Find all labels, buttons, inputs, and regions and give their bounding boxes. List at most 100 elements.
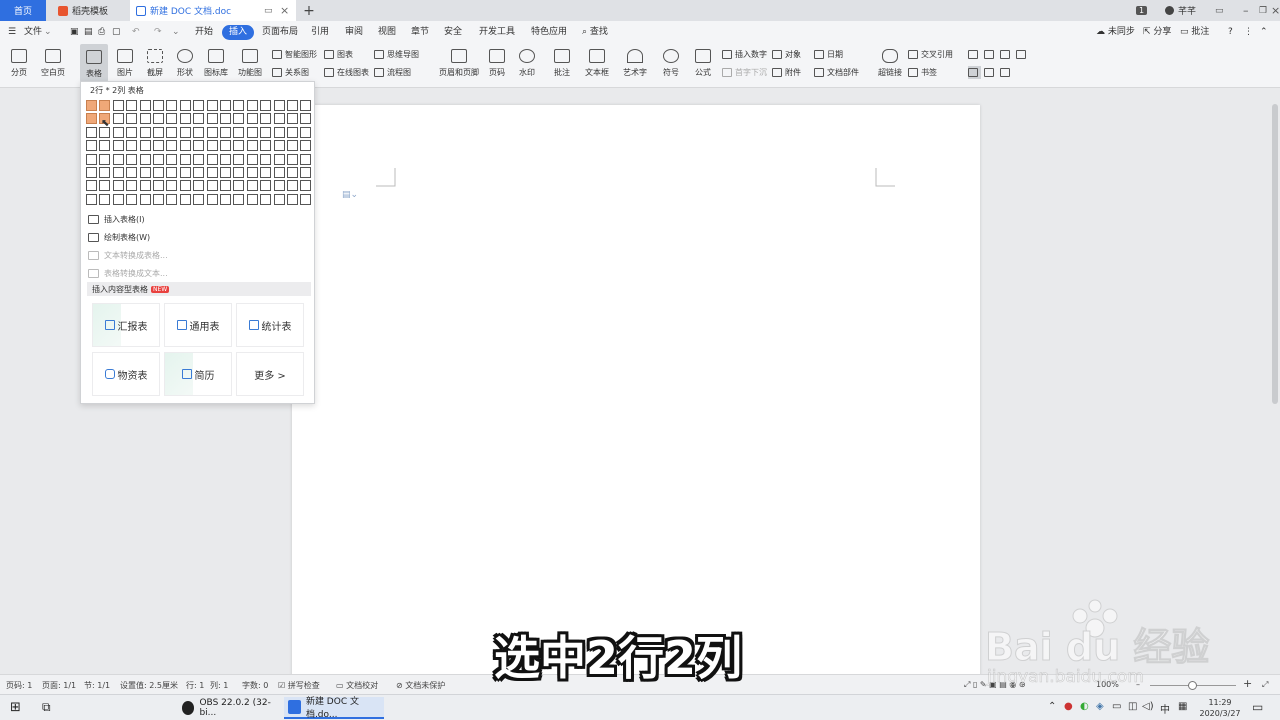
share-button[interactable]: ⇱ 分享 [1143,25,1171,40]
zoom-in-icon[interactable]: + [1243,677,1252,690]
grid-cell[interactable] [193,126,205,138]
grid-cell[interactable] [300,180,312,192]
menu-home[interactable]: 开始 [195,25,213,40]
grid-cell[interactable] [233,126,245,138]
grid-cell[interactable] [153,140,164,152]
table-to-text-item[interactable]: 表格转换成文本... [88,266,168,280]
taskbar-wps[interactable]: 新建 DOC 文档.do... [284,697,384,720]
grid-cell[interactable] [300,167,312,178]
tray-app-icon[interactable]: ◐ [1080,701,1089,712]
grid-cell[interactable] [86,167,97,178]
table-button[interactable]: 表格 [80,44,108,82]
wordart-button[interactable]: 艺术字 [620,43,650,78]
drop-cap-button[interactable]: 首字下沉 [722,66,767,79]
grid-cell[interactable] [233,193,245,205]
symbol-button[interactable]: 符号 [658,43,684,78]
mind-map-button[interactable]: 思维导图 [374,48,419,61]
insert-number-button[interactable]: 插入数字 [722,48,767,61]
grid-cell[interactable] [233,153,245,165]
status-word-count[interactable]: 字数: 0 [242,680,268,691]
screenshot-button[interactable]: 截屏 [142,43,168,78]
tab-home[interactable]: 首页 [0,0,46,21]
online-chart-button[interactable]: 在线图表 [324,66,369,79]
grid-cell[interactable] [179,180,191,192]
view-mode-5-button[interactable] [968,66,981,79]
grid-cell[interactable] [139,167,151,178]
grid-cell[interactable] [260,180,272,192]
object-button[interactable]: 对象 [772,48,801,61]
grid-cell[interactable] [166,126,178,138]
quick-access-chevron-icon[interactable]: ⌄ [172,25,180,40]
grid-cell[interactable] [99,180,111,192]
clock[interactable]: 11:29 2020/3/27 [1198,697,1242,719]
grid-cell[interactable] [233,100,245,111]
grid-cell[interactable] [86,180,97,192]
grid-cell[interactable] [233,167,245,178]
grid-cell[interactable] [139,126,151,138]
template-general[interactable]: 通用表 [164,303,232,347]
grid-cell[interactable] [287,100,298,111]
grid-cell[interactable] [139,100,151,111]
grid-cell[interactable] [166,180,178,192]
formula-button[interactable]: 公式 [690,43,716,78]
more-icon[interactable]: ⋮ [1244,25,1253,40]
grid-cell[interactable] [112,126,124,138]
grid-cell[interactable] [220,193,231,205]
grid-cell[interactable] [179,126,191,138]
grid-cell[interactable] [126,113,138,125]
skin-icon[interactable]: ▭ [1215,0,1224,21]
grid-cell[interactable] [179,140,191,152]
grid-cell[interactable] [273,113,285,125]
menu-references[interactable]: 引用 [311,25,329,40]
grid-cell[interactable] [246,193,258,205]
user-account[interactable]: 芊芊 [1165,0,1196,21]
grid-cell[interactable] [206,180,218,192]
page-number-button[interactable]: 页码 [484,43,510,78]
grid-cell[interactable] [139,140,151,152]
grid-cell[interactable] [126,140,138,152]
network-status-icon[interactable]: ◫ [1128,701,1137,712]
draw-table-item[interactable]: 绘制表格(W) [88,230,150,244]
menu-insert[interactable]: 插入 [222,25,255,40]
grid-cell[interactable] [179,100,191,111]
grid-cell[interactable] [99,153,111,165]
grid-cell[interactable] [287,153,298,165]
grid-cell[interactable] [260,140,272,152]
grid-cell[interactable] [112,180,124,192]
export-pdf-icon[interactable]: ▤ [84,25,93,40]
print-icon[interactable]: ⎙ [98,25,105,40]
close-icon[interactable]: × [1271,0,1280,21]
grid-cell[interactable] [220,153,231,165]
status-page-code[interactable]: 页码: 1 [6,680,32,691]
grid-cell[interactable] [139,153,151,165]
tab-document[interactable]: 新建 DOC 文档.doc ▭ × [130,0,296,21]
grid-cell[interactable] [139,113,151,125]
template-resume[interactable]: 简历 [164,352,232,396]
template-supplies[interactable]: 物资表 [92,352,160,396]
qq-icon[interactable]: ● [1064,701,1073,712]
tray-shield-icon[interactable]: ◈ [1096,701,1104,712]
grid-cell[interactable] [287,126,298,138]
grid-cell[interactable] [179,193,191,205]
grid-cell[interactable] [99,193,111,205]
grid-cell[interactable] [112,113,124,125]
grid-cell[interactable] [86,113,97,125]
task-view-icon[interactable]: ⧉ [42,700,51,715]
status-page[interactable]: 页面: 1/1 [42,680,76,691]
grid-cell[interactable] [193,140,205,152]
textbox-button[interactable]: 文本框 [582,43,612,78]
grid-cell[interactable] [166,167,178,178]
status-section[interactable]: 节: 1/1 [84,680,110,691]
grid-cell[interactable] [193,100,205,111]
grid-cell[interactable] [126,153,138,165]
grid-cell[interactable] [112,100,124,111]
grid-cell[interactable] [166,153,178,165]
window-count-badge[interactable]: 1 [1136,0,1148,21]
grid-cell[interactable] [153,100,164,111]
grid-cell[interactable] [126,193,138,205]
grid-cell[interactable] [99,100,111,111]
grid-cell[interactable] [246,180,258,192]
grid-cell[interactable] [86,126,97,138]
grid-cell[interactable] [246,153,258,165]
grid-cell[interactable] [273,167,285,178]
